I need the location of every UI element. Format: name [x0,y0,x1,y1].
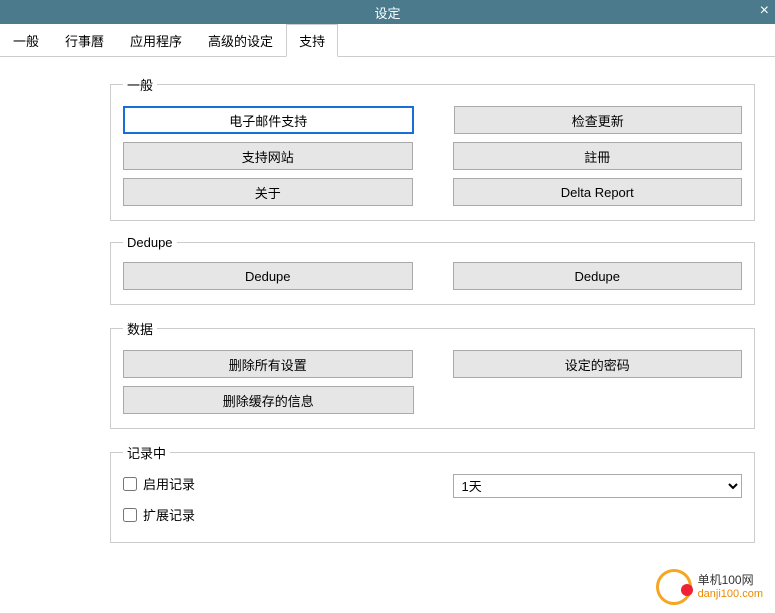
spacer [454,386,743,414]
watermark: 单机100网 danji100.com [656,569,763,605]
tab-bar: 一般 行事曆 应用程序 高级的设定 支持 [0,24,775,57]
delta-report-button[interactable]: Delta Report [453,178,743,206]
check-update-button[interactable]: 检查更新 [454,106,743,134]
content-area: 一般 电子邮件支持 检查更新 支持网站 註冊 关于 Delta Report D… [0,57,775,543]
tab-advanced[interactable]: 高级的设定 [195,24,286,56]
record-duration-select[interactable]: 1天 [453,474,743,498]
enable-record-checkbox[interactable] [123,477,137,491]
watermark-icon [656,569,692,605]
titlebar: 设定 × [0,0,775,24]
support-site-button[interactable]: 支持网站 [123,142,413,170]
group-data: 数据 删除所有设置 设定的密码 删除缓存的信息 [110,319,755,429]
tab-apps[interactable]: 应用程序 [117,24,195,56]
enable-record-label: 启用记录 [143,474,195,493]
watermark-text: 单机100网 danji100.com [698,574,763,599]
close-icon[interactable]: × [760,2,769,20]
tab-calendar[interactable]: 行事曆 [52,24,117,56]
dedupe-button-1[interactable]: Dedupe [123,262,413,290]
extend-record-checkbox[interactable] [123,508,137,522]
set-password-button[interactable]: 设定的密码 [453,350,743,378]
about-button[interactable]: 关于 [123,178,413,206]
tab-support[interactable]: 支持 [286,24,338,57]
delete-all-settings-button[interactable]: 删除所有设置 [123,350,413,378]
dedupe-button-2[interactable]: Dedupe [453,262,743,290]
window-title: 设定 [374,3,400,22]
delete-cache-button[interactable]: 删除缓存的信息 [123,386,414,414]
group-record: 记录中 启用记录 扩展记录 1天 [110,443,755,543]
group-record-legend: 记录中 [123,443,170,462]
group-data-legend: 数据 [123,319,157,338]
email-support-button[interactable]: 电子邮件支持 [123,106,414,134]
register-button[interactable]: 註冊 [453,142,743,170]
group-general-legend: 一般 [123,75,157,94]
extend-record-label: 扩展记录 [143,505,195,524]
group-dedupe-legend: Dedupe [123,235,177,250]
group-dedupe: Dedupe Dedupe Dedupe [110,235,755,305]
group-general: 一般 电子邮件支持 检查更新 支持网站 註冊 关于 Delta Report [110,75,755,221]
tab-general[interactable]: 一般 [0,24,52,56]
